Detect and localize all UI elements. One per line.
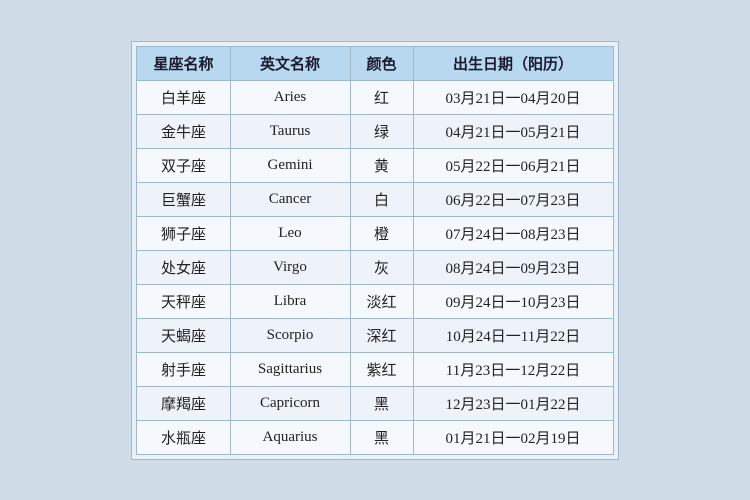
cell-chinese: 水瓶座 xyxy=(137,420,230,454)
header-color: 颜色 xyxy=(350,46,413,80)
cell-english: Leo xyxy=(230,216,350,250)
cell-color: 红 xyxy=(350,80,413,114)
cell-chinese: 巨蟹座 xyxy=(137,182,230,216)
cell-chinese: 处女座 xyxy=(137,250,230,284)
cell-english: Cancer xyxy=(230,182,350,216)
cell-color: 淡红 xyxy=(350,284,413,318)
cell-date: 07月24日一08月23日 xyxy=(413,216,613,250)
cell-english: Virgo xyxy=(230,250,350,284)
cell-color: 绿 xyxy=(350,114,413,148)
cell-date: 05月22日一06月21日 xyxy=(413,148,613,182)
cell-date: 10月24日一11月22日 xyxy=(413,318,613,352)
cell-chinese: 摩羯座 xyxy=(137,386,230,420)
table-row: 天秤座Libra淡红09月24日一10月23日 xyxy=(137,284,613,318)
header-english: 英文名称 xyxy=(230,46,350,80)
table-row: 金牛座Taurus绿04月21日一05月21日 xyxy=(137,114,613,148)
cell-color: 黑 xyxy=(350,386,413,420)
header-date: 出生日期（阳历） xyxy=(413,46,613,80)
table-row: 狮子座Leo橙07月24日一08月23日 xyxy=(137,216,613,250)
cell-english: Capricorn xyxy=(230,386,350,420)
cell-color: 黑 xyxy=(350,420,413,454)
cell-english: Libra xyxy=(230,284,350,318)
cell-date: 09月24日一10月23日 xyxy=(413,284,613,318)
table-body: 白羊座Aries红03月21日一04月20日金牛座Taurus绿04月21日一0… xyxy=(137,80,613,454)
cell-chinese: 天秤座 xyxy=(137,284,230,318)
cell-chinese: 金牛座 xyxy=(137,114,230,148)
table-row: 巨蟹座Cancer白06月22日一07月23日 xyxy=(137,182,613,216)
cell-color: 橙 xyxy=(350,216,413,250)
cell-english: Sagittarius xyxy=(230,352,350,386)
cell-color: 白 xyxy=(350,182,413,216)
cell-english: Aries xyxy=(230,80,350,114)
header-chinese: 星座名称 xyxy=(137,46,230,80)
zodiac-table-container: 星座名称 英文名称 颜色 出生日期（阳历） 白羊座Aries红03月21日一04… xyxy=(131,41,618,460)
table-row: 双子座Gemini黄05月22日一06月21日 xyxy=(137,148,613,182)
table-row: 摩羯座Capricorn黑12月23日一01月22日 xyxy=(137,386,613,420)
cell-english: Gemini xyxy=(230,148,350,182)
cell-color: 灰 xyxy=(350,250,413,284)
table-row: 处女座Virgo灰08月24日一09月23日 xyxy=(137,250,613,284)
cell-date: 04月21日一05月21日 xyxy=(413,114,613,148)
table-row: 射手座Sagittarius紫红11月23日一12月22日 xyxy=(137,352,613,386)
cell-english: Taurus xyxy=(230,114,350,148)
cell-chinese: 射手座 xyxy=(137,352,230,386)
zodiac-table: 星座名称 英文名称 颜色 出生日期（阳历） 白羊座Aries红03月21日一04… xyxy=(136,46,613,455)
table-header-row: 星座名称 英文名称 颜色 出生日期（阳历） xyxy=(137,46,613,80)
cell-chinese: 白羊座 xyxy=(137,80,230,114)
cell-color: 深红 xyxy=(350,318,413,352)
cell-date: 01月21日一02月19日 xyxy=(413,420,613,454)
cell-date: 11月23日一12月22日 xyxy=(413,352,613,386)
cell-english: Aquarius xyxy=(230,420,350,454)
cell-date: 08月24日一09月23日 xyxy=(413,250,613,284)
cell-chinese: 狮子座 xyxy=(137,216,230,250)
table-row: 天蝎座Scorpio深红10月24日一11月22日 xyxy=(137,318,613,352)
cell-chinese: 双子座 xyxy=(137,148,230,182)
cell-chinese: 天蝎座 xyxy=(137,318,230,352)
cell-date: 03月21日一04月20日 xyxy=(413,80,613,114)
cell-color: 黄 xyxy=(350,148,413,182)
cell-color: 紫红 xyxy=(350,352,413,386)
table-row: 水瓶座Aquarius黑01月21日一02月19日 xyxy=(137,420,613,454)
cell-date: 12月23日一01月22日 xyxy=(413,386,613,420)
cell-date: 06月22日一07月23日 xyxy=(413,182,613,216)
table-row: 白羊座Aries红03月21日一04月20日 xyxy=(137,80,613,114)
cell-english: Scorpio xyxy=(230,318,350,352)
